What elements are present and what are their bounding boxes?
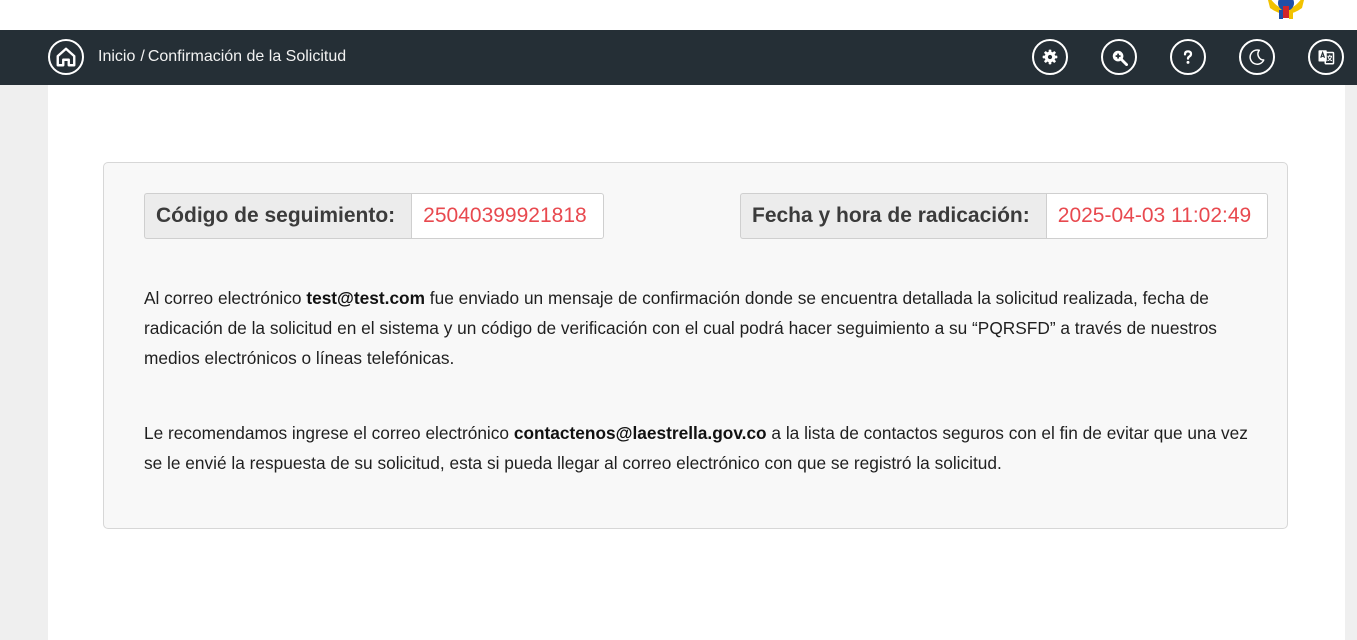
tracking-code-label: Código de seguimiento: xyxy=(144,193,412,239)
settings-button[interactable] xyxy=(1032,39,1068,75)
filing-date-label: Fecha y hora de radicación: xyxy=(740,193,1046,239)
home-icon xyxy=(56,47,76,67)
filing-date-group: Fecha y hora de radicación: 2025-04-03 1… xyxy=(740,193,1269,239)
user-email: test@test.com xyxy=(306,288,425,308)
zoom-button[interactable] xyxy=(1101,39,1137,75)
safe-contact-recommendation: Le recomendamos ingrese el correo electr… xyxy=(144,418,1254,478)
help-icon xyxy=(1183,50,1193,64)
breadcrumb-home-link[interactable]: Inicio xyxy=(98,48,135,65)
breadcrumb-separator: / xyxy=(140,48,145,65)
confirmation-message: Al correo electrónico test@test.com fue … xyxy=(144,283,1254,373)
home-button[interactable] xyxy=(48,39,84,75)
zoom-in-icon xyxy=(1112,50,1128,66)
breadcrumb: Inicio / Confirmación de la Solicitud xyxy=(98,48,346,66)
coat-of-arms-logo xyxy=(1268,0,1304,19)
tracking-code-group: Código de seguimiento: 25040399921818 xyxy=(144,193,604,239)
recommendation-intro: Le recomendamos ingrese el correo electr… xyxy=(144,423,514,443)
tracking-code-value: 25040399921818 xyxy=(411,193,604,239)
confirmation-message-intro: Al correo electrónico xyxy=(144,288,307,308)
dark-mode-button[interactable] xyxy=(1239,39,1275,75)
contact-email: contactenos@laestrella.gov.co xyxy=(513,423,767,443)
breadcrumb-current: Confirmación de la Solicitud xyxy=(147,48,347,65)
top-navbar: Inicio / Confirmación de la Solicitud xyxy=(0,30,1357,85)
confirmation-panel: Código de seguimiento: 25040399921818 Fe… xyxy=(103,162,1288,529)
translate-icon xyxy=(1318,50,1335,65)
top-header-strip xyxy=(0,0,1357,30)
help-button[interactable] xyxy=(1170,39,1206,75)
gear-icon xyxy=(1042,49,1058,65)
filing-date-value: 2025-04-03 11:02:49 xyxy=(1045,193,1269,239)
translate-button[interactable] xyxy=(1308,39,1344,75)
moon-icon xyxy=(1249,49,1265,65)
